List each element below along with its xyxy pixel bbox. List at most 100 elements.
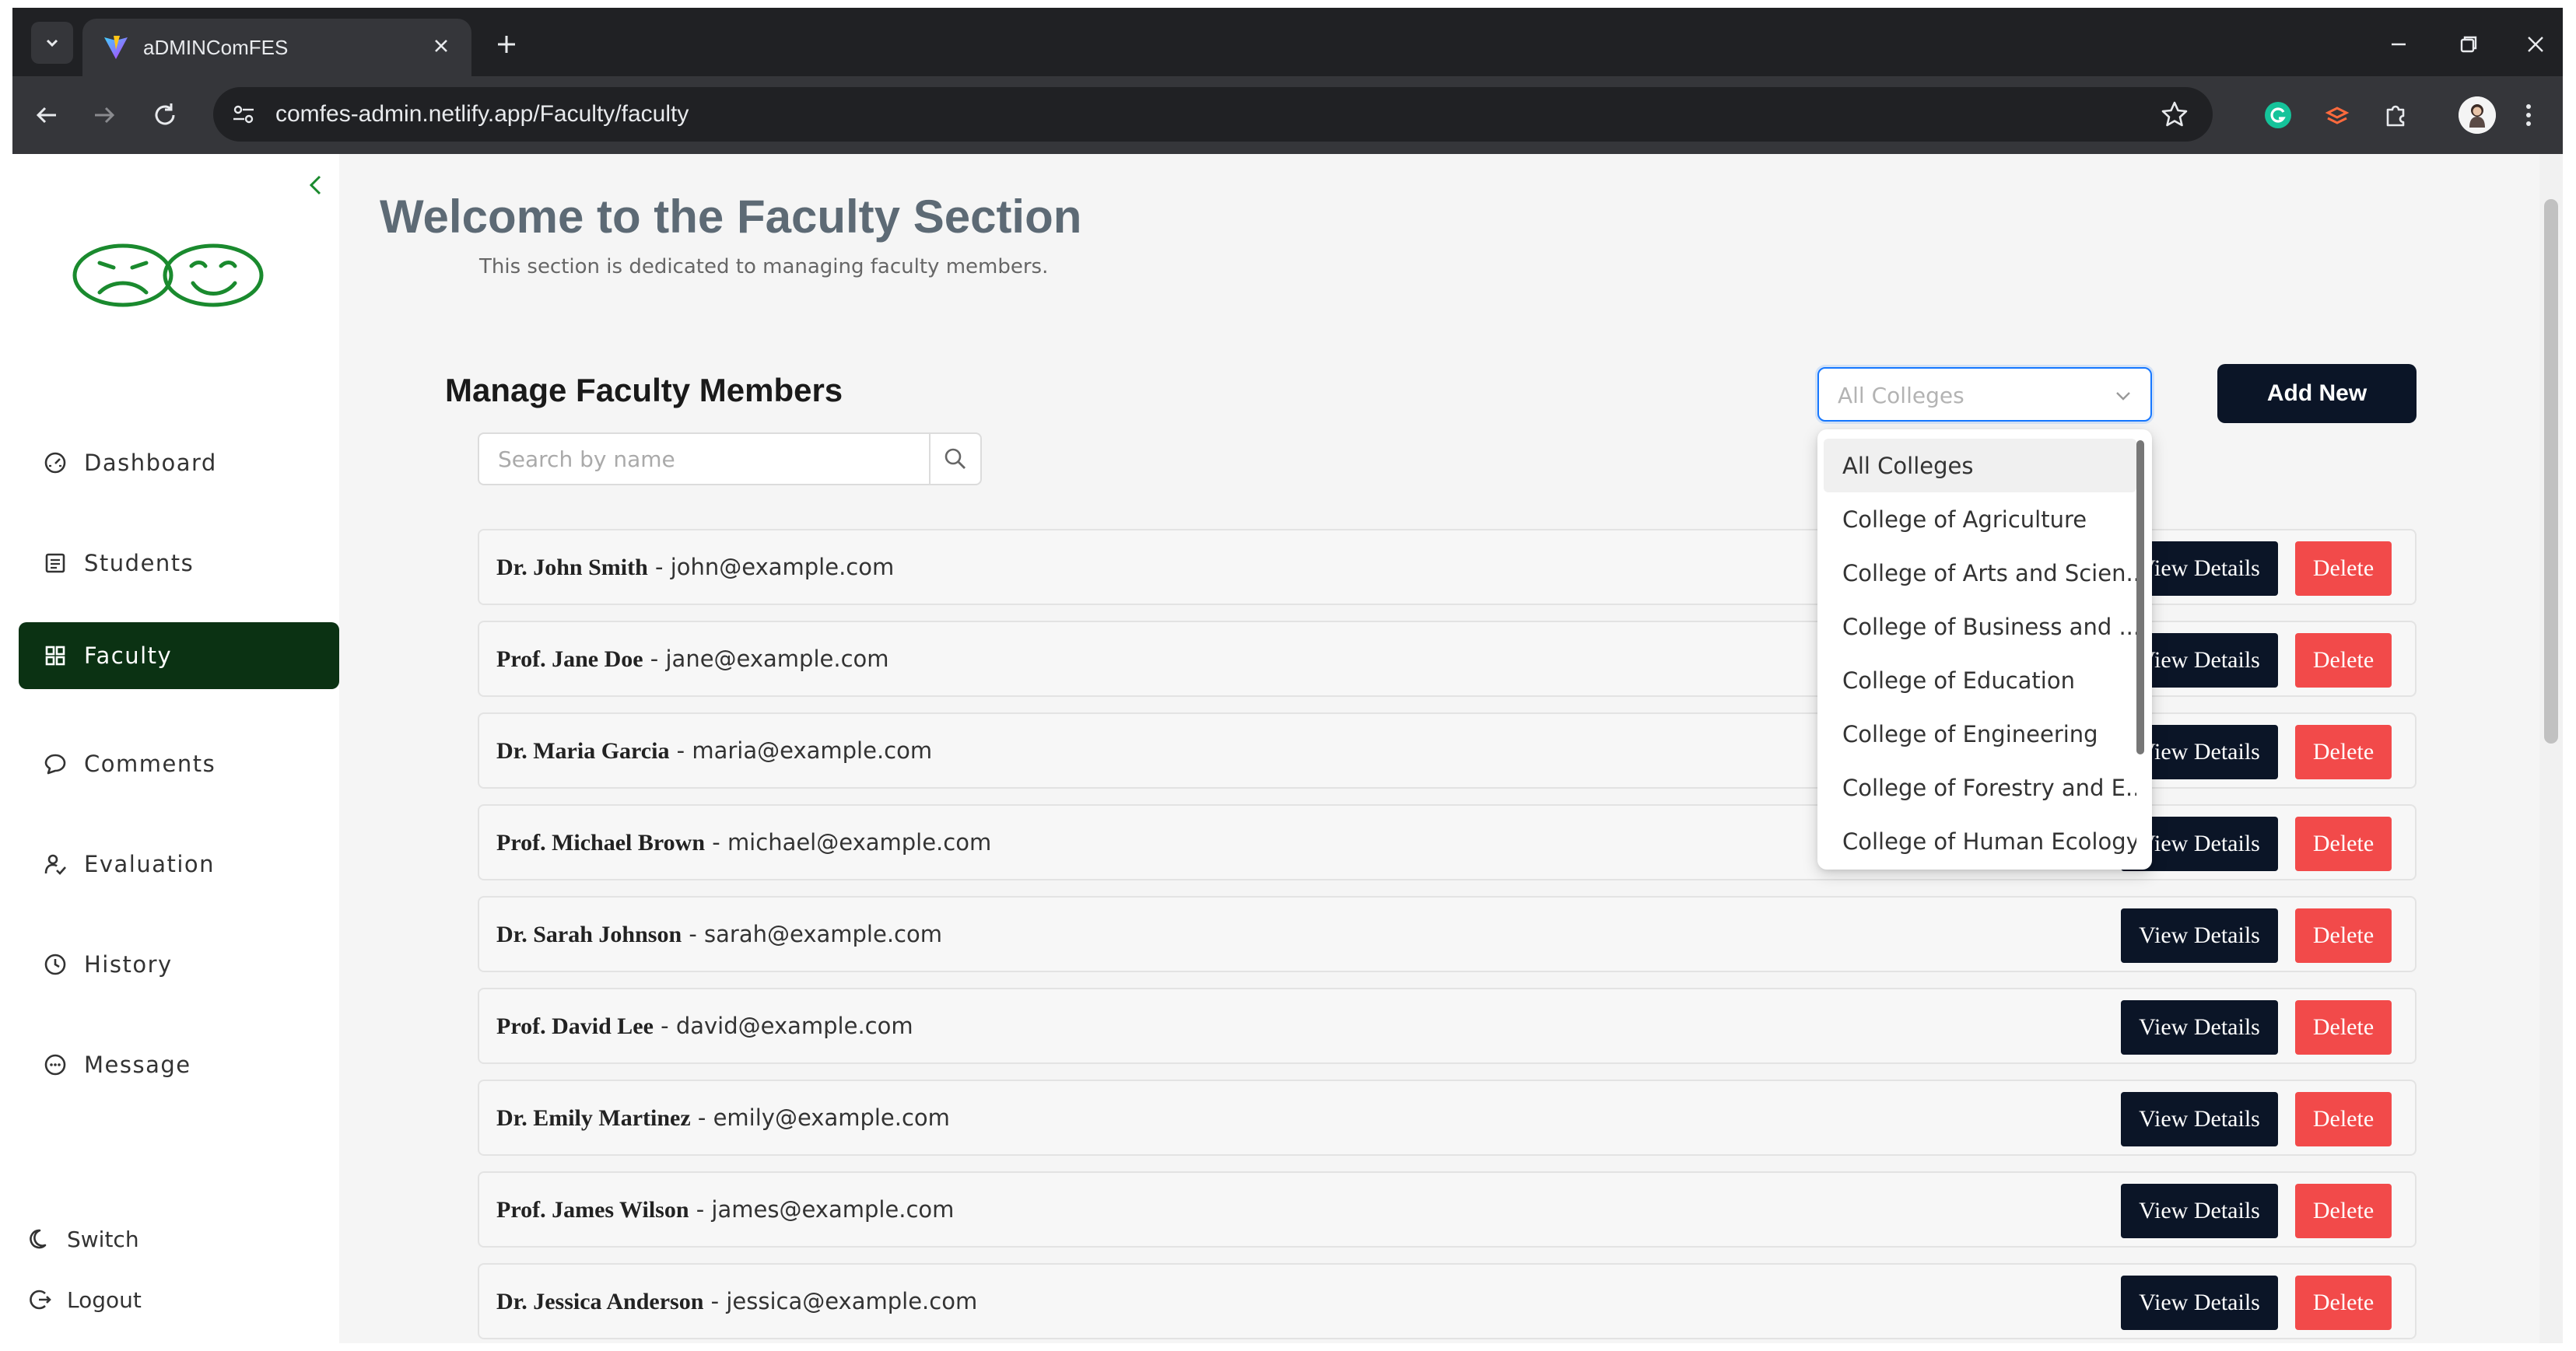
delete-button[interactable]: Delete xyxy=(2295,1092,2392,1146)
restore-icon[interactable] xyxy=(2455,31,2482,58)
chevron-down-icon xyxy=(2116,392,2130,401)
search-button[interactable] xyxy=(929,434,980,484)
search-icon xyxy=(945,448,966,469)
view-details-button[interactable]: View Details xyxy=(2121,1000,2278,1055)
faculty-row-text: Dr. Maria Garcia - maria@example.com xyxy=(496,737,932,765)
forward-arrow-icon[interactable] xyxy=(89,100,120,131)
delete-button[interactable]: Delete xyxy=(2295,908,2392,963)
dropdown-option[interactable]: College of Human Ecology xyxy=(1824,814,2136,868)
address-bar[interactable]: comfes-admin.netlify.app/Faculty/faculty xyxy=(213,87,2213,142)
sidebar-item-label: Evaluation xyxy=(84,851,216,877)
faculty-name: Prof. James Wilson xyxy=(496,1197,689,1223)
switch-theme-button[interactable]: Switch xyxy=(28,1220,139,1258)
browser-tab[interactable]: aDMINComFES xyxy=(82,19,471,76)
dropdown-option[interactable]: College of Education xyxy=(1824,653,2136,707)
sidebar-item-label: Comments xyxy=(84,751,216,777)
sidebar-item-dashboard[interactable]: Dashboard xyxy=(19,429,339,496)
separator: - xyxy=(647,554,671,580)
sidebar-item-evaluation[interactable]: Evaluation xyxy=(19,831,339,898)
grid-icon xyxy=(42,642,68,669)
delete-button[interactable]: Delete xyxy=(2295,1276,2392,1330)
separator: - xyxy=(669,737,692,764)
sidebar-item-message[interactable]: Message xyxy=(19,1031,339,1098)
message-icon xyxy=(42,1052,68,1078)
menu-kebab-icon[interactable] xyxy=(2513,100,2544,131)
view-details-button[interactable]: View Details xyxy=(2121,908,2278,963)
college-filter-select[interactable]: All Colleges xyxy=(1817,367,2152,422)
window-close-icon[interactable] xyxy=(2522,31,2549,58)
tab-title: aDMINComFES xyxy=(143,36,289,59)
faculty-row: Dr. Jessica Anderson - jessica@example.c… xyxy=(478,1263,2417,1339)
view-details-button[interactable]: View Details xyxy=(2121,1184,2278,1238)
dropdown-option[interactable]: College of Forestry and E... xyxy=(1824,761,2136,814)
faculty-row-text: Prof. Michael Brown - michael@example.co… xyxy=(496,829,991,856)
separator: - xyxy=(705,829,727,856)
minimize-icon[interactable] xyxy=(2385,31,2412,58)
search-input[interactable] xyxy=(479,434,929,484)
logout-icon xyxy=(28,1287,53,1312)
page-scrollbar-track xyxy=(2539,154,2563,1343)
collapse-chevron-left-icon[interactable] xyxy=(300,170,331,201)
view-details-button[interactable]: View Details xyxy=(2121,1092,2278,1146)
faculty-row: Prof. David Lee - david@example.com View … xyxy=(478,988,2417,1064)
faculty-email: david@example.com xyxy=(675,1013,913,1039)
faculty-email: james@example.com xyxy=(711,1196,955,1223)
tab-search-button[interactable] xyxy=(31,22,73,64)
reload-icon[interactable] xyxy=(149,100,180,131)
sidebar-item-faculty[interactable]: Faculty xyxy=(19,622,339,689)
profile-avatar[interactable] xyxy=(2459,96,2496,134)
faculty-row-text: Prof. Jane Doe - jane@example.com xyxy=(496,646,889,673)
dropdown-option-list: All Colleges College of Agriculture Colleg… xyxy=(1824,439,2136,868)
delete-button[interactable]: Delete xyxy=(2295,1184,2392,1238)
list-icon xyxy=(42,550,68,576)
add-new-button[interactable]: Add New xyxy=(2217,364,2417,423)
back-arrow-icon[interactable] xyxy=(31,100,62,131)
faculty-row-text: Prof. David Lee - david@example.com xyxy=(496,1013,913,1040)
faculty-email: michael@example.com xyxy=(727,829,992,856)
faculty-row: Dr. Sarah Johnson - sarah@example.com Vie… xyxy=(478,896,2417,972)
browser-toolbar: comfes-admin.netlify.app/Faculty/faculty xyxy=(12,76,2563,154)
sidebar-item-students[interactable]: Students xyxy=(19,530,339,597)
delete-button[interactable]: Delete xyxy=(2295,633,2392,688)
delete-button[interactable]: Delete xyxy=(2295,541,2392,596)
faculty-name: Dr. John Smith xyxy=(496,555,648,580)
moon-icon xyxy=(28,1227,53,1251)
dropdown-option[interactable]: College of Agriculture xyxy=(1824,492,2136,546)
separator: - xyxy=(682,921,705,947)
bookmark-star-icon[interactable] xyxy=(2160,100,2189,129)
grammarly-icon[interactable] xyxy=(2262,100,2294,131)
new-tab-plus-icon[interactable] xyxy=(493,31,520,58)
faculty-email: emily@example.com xyxy=(713,1104,950,1131)
separator: - xyxy=(703,1288,727,1314)
switch-label: Switch xyxy=(67,1226,139,1252)
faculty-name: Prof. Jane Doe xyxy=(496,646,643,672)
delete-button[interactable]: Delete xyxy=(2295,725,2392,779)
delete-button[interactable]: Delete xyxy=(2295,1000,2392,1055)
logout-button[interactable]: Logout xyxy=(28,1280,142,1319)
dropdown-option[interactable]: All Colleges xyxy=(1824,439,2136,492)
extension-layers-icon[interactable] xyxy=(2322,100,2353,131)
page-title: Welcome to the Faculty Section xyxy=(380,191,1082,243)
sidebar-item-label: Students xyxy=(84,550,195,576)
faculty-email: jessica@example.com xyxy=(726,1288,978,1314)
site-info-icon[interactable] xyxy=(230,101,257,128)
faculty-name: Dr. Jessica Anderson xyxy=(496,1289,704,1314)
close-icon[interactable] xyxy=(429,34,453,58)
faculty-name: Prof. David Lee xyxy=(496,1013,654,1039)
page-subtitle: This section is dedicated to managing fa… xyxy=(479,255,1049,278)
dropdown-option[interactable]: College of Engineering xyxy=(1824,707,2136,761)
dropdown-option[interactable]: College of Business and ... xyxy=(1824,600,2136,653)
sidebar-item-label: Message xyxy=(84,1052,191,1078)
dropdown-scrollbar[interactable] xyxy=(2136,440,2144,754)
page-scrollbar-thumb[interactable] xyxy=(2544,199,2558,744)
sidebar-item-label: Faculty xyxy=(84,642,173,669)
faculty-email: jane@example.com xyxy=(665,646,889,672)
sidebar-item-history[interactable]: History xyxy=(19,931,339,998)
dropdown-option[interactable]: College of Arts and Scien... xyxy=(1824,546,2136,600)
profile-person-icon xyxy=(2459,96,2496,134)
sidebar: Dashboard Students Faculty Comments Eval… xyxy=(12,154,339,1343)
view-details-button[interactable]: View Details xyxy=(2121,1276,2278,1330)
delete-button[interactable]: Delete xyxy=(2295,817,2392,871)
extensions-puzzle-icon[interactable] xyxy=(2381,100,2412,131)
sidebar-item-comments[interactable]: Comments xyxy=(19,730,339,797)
